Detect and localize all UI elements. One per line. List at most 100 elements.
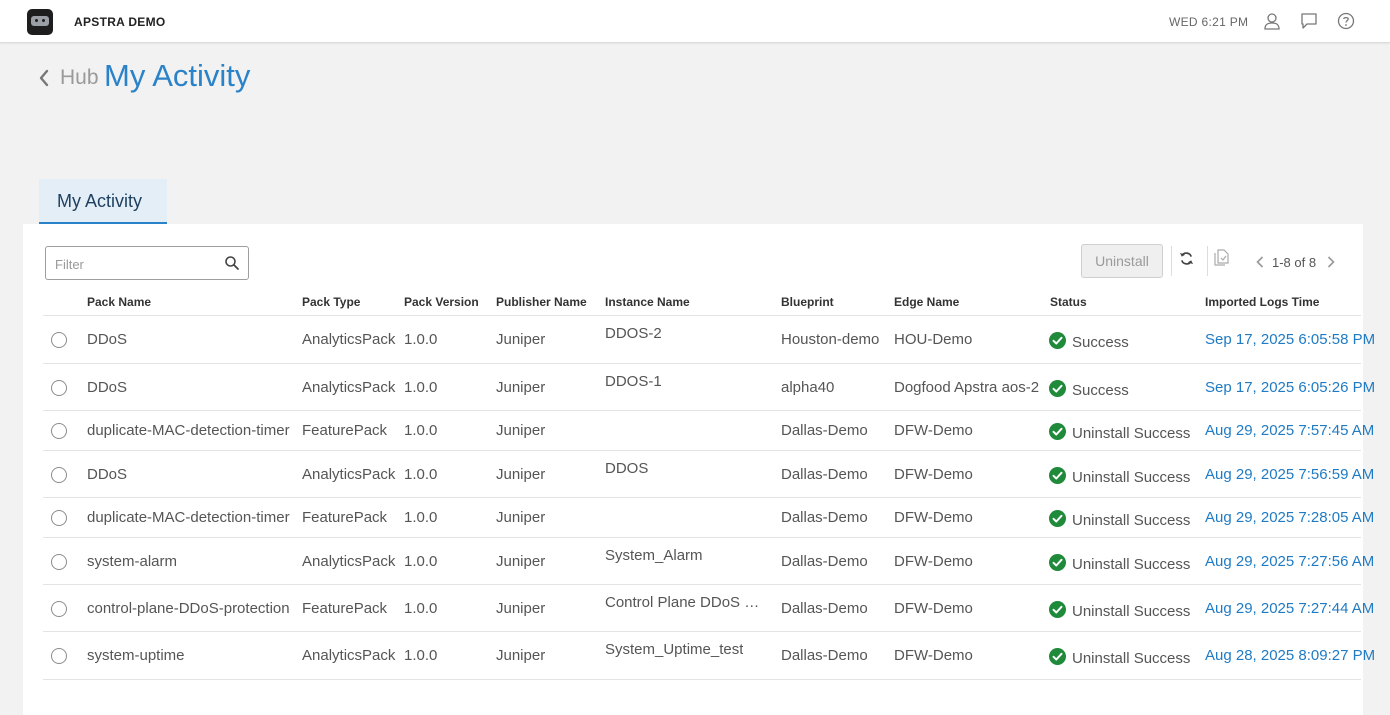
pack-name-cell: control-plane-DDoS-protection [87, 600, 290, 617]
instance-name-cell: DDOS-2 [605, 325, 662, 342]
column-header[interactable]: Blueprint [781, 295, 834, 309]
row-select-radio[interactable] [51, 423, 67, 439]
app-title: APSTRA DEMO [74, 15, 166, 29]
imported-logs-time-link[interactable]: Sep 17, 2025 6:05:58 PM [1205, 331, 1375, 348]
column-header[interactable]: Imported Logs Time [1205, 295, 1319, 309]
table-row[interactable]: system-uptime AnalyticsPack 1.0.0 Juniper Sy… [43, 632, 1375, 680]
publisher-cell: Juniper [496, 647, 546, 664]
blueprint-cell: alpha40 [781, 379, 835, 396]
column-header[interactable]: Status [1050, 295, 1087, 309]
table-body: DDoS AnalyticsPack 1.0.0 Juniper DDOS-2 Houst… [43, 316, 1375, 680]
blueprint-cell: Dallas-Demo [781, 422, 868, 439]
table-row[interactable]: DDoS AnalyticsPack 1.0.0 Juniper DDOS Dallas-… [43, 451, 1374, 498]
imported-logs-time-link[interactable]: Aug 29, 2025 7:57:45 AM [1205, 422, 1374, 439]
pack-version-cell: 1.0.0 [404, 600, 438, 617]
page-next-icon[interactable] [1326, 255, 1336, 269]
chat-icon[interactable] [1300, 12, 1318, 30]
pack-version-cell: 1.0.0 [404, 553, 438, 570]
filter-input[interactable] [55, 255, 215, 273]
uninstall-button[interactable]: Uninstall [1081, 244, 1163, 278]
edge-name-cell: DFW-Demo [894, 509, 973, 526]
row-select-radio[interactable] [51, 601, 67, 617]
success-check-icon [1049, 332, 1066, 349]
instance-name-cell: System_Uptime_test [605, 641, 744, 658]
row-select-radio[interactable] [51, 380, 67, 396]
row-select-radio[interactable] [51, 648, 67, 664]
column-header[interactable]: Publisher Name [496, 295, 587, 309]
column-header[interactable]: Instance Name [605, 295, 690, 309]
edge-name-cell: DFW-Demo [894, 647, 973, 664]
column-header[interactable]: Pack Type [302, 295, 360, 309]
row-select-radio[interactable] [51, 510, 67, 526]
row-select-radio[interactable] [51, 554, 67, 570]
edge-name-cell: DFW-Demo [894, 466, 973, 483]
edge-name-cell: DFW-Demo [894, 600, 973, 617]
imported-logs-time-link[interactable]: Aug 29, 2025 7:27:44 AM [1205, 600, 1374, 617]
pack-type-cell: FeaturePack [302, 509, 388, 526]
table-row[interactable]: duplicate-MAC-detection-timer FeaturePack… [43, 411, 1374, 451]
blueprint-cell: Dallas-Demo [781, 647, 868, 664]
publisher-cell: Juniper [496, 422, 546, 439]
table-row[interactable]: system-alarm AnalyticsPack 1.0.0 Juniper Sys… [43, 538, 1374, 585]
status-text: Uninstall Success [1072, 650, 1191, 667]
export-icon[interactable] [1214, 249, 1229, 266]
table-row[interactable]: DDoS AnalyticsPack 1.0.0 Juniper DDOS-1 alpha… [43, 364, 1375, 411]
pack-type-cell: FeaturePack [302, 422, 388, 439]
pack-name-cell: duplicate-MAC-detection-timer [87, 422, 290, 439]
tab-my-activity[interactable]: My Activity [39, 179, 167, 224]
column-header[interactable]: Pack Name [87, 295, 151, 309]
toolbar-divider [1171, 246, 1172, 276]
page-prev-icon[interactable] [1255, 255, 1265, 269]
success-check-icon [1049, 601, 1066, 618]
status-text: Success [1072, 334, 1129, 351]
edge-name-cell: HOU-Demo [894, 331, 973, 348]
row-select-radio[interactable] [51, 332, 67, 348]
breadcrumb-hub[interactable]: Hub [60, 66, 99, 90]
table-header: Pack Name Pack Type Pack Version Publish… [43, 290, 1361, 316]
pack-type-cell: AnalyticsPack [302, 466, 396, 483]
publisher-cell: Juniper [496, 553, 546, 570]
app-logo[interactable] [27, 9, 53, 35]
clock: WED 6:21 PM [1169, 15, 1249, 29]
top-bar: APSTRA DEMO WED 6:21 PM [0, 0, 1390, 43]
table-row[interactable]: DDoS AnalyticsPack 1.0.0 Juniper DDOS-2 Houst… [43, 316, 1375, 364]
column-header[interactable]: Edge Name [894, 295, 959, 309]
instance-name-cell: System_Alarm [605, 547, 703, 564]
activity-table: Pack Name Pack Type Pack Version Publish… [43, 290, 1375, 680]
status-text: Uninstall Success [1072, 469, 1191, 486]
blueprint-cell: Dallas-Demo [781, 466, 868, 483]
imported-logs-time-link[interactable]: Aug 29, 2025 7:27:56 AM [1205, 553, 1374, 570]
filter-field[interactable] [45, 246, 249, 280]
status-cell: Success [1049, 332, 1129, 351]
instance-name-cell: DDOS-1 [605, 373, 662, 390]
table-row[interactable]: duplicate-MAC-detection-timer FeaturePack… [43, 498, 1374, 538]
search-icon[interactable] [224, 255, 240, 271]
help-icon[interactable] [1337, 12, 1355, 30]
publisher-cell: Juniper [496, 600, 546, 617]
refresh-icon[interactable] [1179, 251, 1194, 266]
imported-logs-time-link[interactable]: Aug 29, 2025 7:28:05 AM [1205, 509, 1374, 526]
user-icon[interactable] [1263, 12, 1281, 30]
row-select-radio[interactable] [51, 467, 67, 483]
imported-logs-time-link[interactable]: Aug 29, 2025 7:56:59 AM [1205, 466, 1374, 483]
success-check-icon [1049, 648, 1066, 665]
status-text: Uninstall Success [1072, 603, 1191, 620]
blueprint-cell: Dallas-Demo [781, 509, 868, 526]
table-row[interactable]: control-plane-DDoS-protection FeaturePack… [43, 585, 1374, 632]
column-header[interactable]: Pack Version [404, 295, 479, 309]
pack-name-cell: DDoS [87, 466, 128, 483]
success-check-icon [1049, 423, 1066, 440]
pack-type-cell: AnalyticsPack [302, 553, 396, 570]
pack-name-cell: DDoS [87, 379, 128, 396]
page-title: My Activity [104, 58, 251, 93]
imported-logs-time-link[interactable]: Aug 28, 2025 8:09:27 PM [1205, 647, 1375, 664]
edge-name-cell: DFW-Demo [894, 422, 973, 439]
status-cell: Uninstall Success [1049, 423, 1190, 442]
status-cell: Uninstall Success [1049, 601, 1190, 620]
pack-version-cell: 1.0.0 [404, 331, 438, 348]
status-text: Uninstall Success [1072, 512, 1191, 529]
chevron-left-icon[interactable] [38, 69, 50, 87]
imported-logs-time-link[interactable]: Sep 17, 2025 6:05:26 PM [1205, 379, 1375, 396]
pack-version-cell: 1.0.0 [404, 422, 438, 439]
activity-panel: Uninstall 1-8 of 8 Pack Name Pack Type P… [23, 224, 1375, 715]
